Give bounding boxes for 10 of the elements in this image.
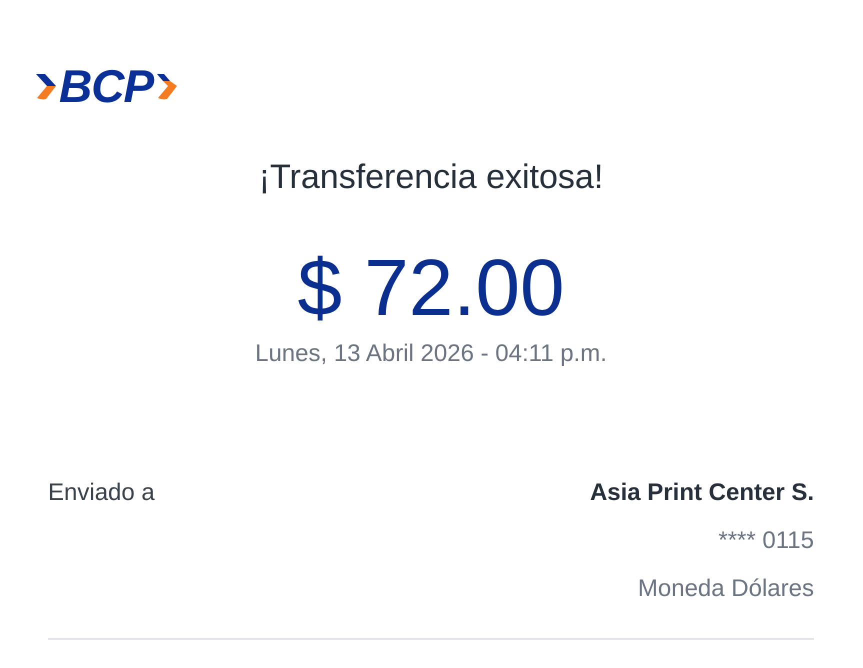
currency-info: Moneda Dólares (638, 574, 814, 604)
account-number: **** 0115 (718, 526, 814, 556)
chevron-icon (35, 71, 57, 101)
chevron-icon (156, 71, 178, 101)
date-time-text: Lunes, 13 Abril 2026 - 04:11 p.m. (254, 339, 608, 369)
logo-text: BCP (59, 66, 154, 106)
amount-text: $ 72.00 (296, 248, 566, 328)
detail-label: Enviado a (48, 478, 155, 508)
recipient-name: Asia Print Center S. (590, 478, 814, 508)
success-title: ¡Transferencia exitosa! (258, 157, 604, 197)
